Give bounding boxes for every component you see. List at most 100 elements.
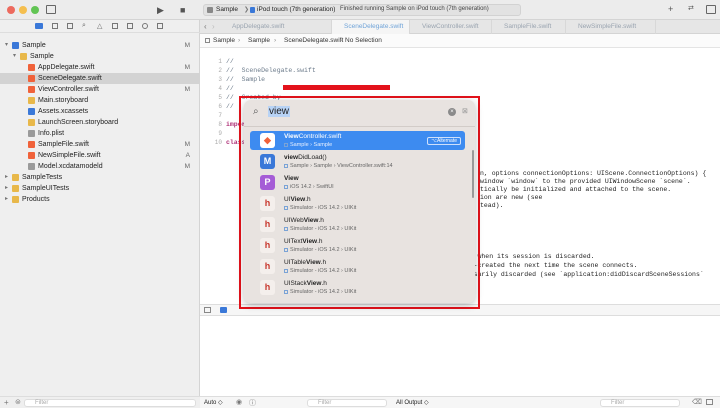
search-input[interactable]: view [268,106,291,117]
file-tree-item[interactable]: ▸ SampleUITests [0,183,200,194]
breakpoint-icon[interactable] [142,23,148,29]
file-tree-item[interactable]: Info.plist [0,128,200,139]
device-selector[interactable]: iPod touch (7th generation) [257,6,335,13]
result-row[interactable]: h UIView.h Simulator - iOS 14.2 › UIKit [250,194,465,213]
file-tree-item[interactable]: AppDelegate.swift M [0,62,200,73]
scheme-selector[interactable]: Sample [216,6,238,13]
sidebar-toggle-icon[interactable] [46,5,56,14]
info-icon[interactable]: ⓘ [249,398,256,408]
related-items-icon[interactable] [205,38,210,43]
test-icon[interactable] [112,23,118,29]
file-tree-item[interactable]: Model.xcdatamodeld M [0,161,200,172]
tab-appdelegate[interactable]: AppDelegate.swift [220,20,332,34]
options-icon[interactable]: ⊠ [462,107,468,115]
chevron-icon[interactable]: ▾ [5,40,8,51]
zoom-window-button[interactable] [31,6,39,14]
result-row[interactable]: ◆ ViewController.swift Sample › Sample ⌥Alt… [250,131,465,150]
file-tree-item[interactable]: SceneDelegate.swift [0,73,200,84]
issue-icon[interactable]: △ [97,22,102,30]
tab-scenedelegate[interactable]: SceneDelegate.swift [332,20,410,34]
file-tree-item[interactable]: NewSimpleFile.swift A [0,150,200,161]
result-row[interactable]: h UITextView.h Simulator - iOS 14.2 › UIKi… [250,236,465,255]
line-number: 6 [218,103,222,110]
find-icon[interactable]: ⌕ [82,22,86,30]
output-selector[interactable]: All Output ◇ [396,399,429,406]
result-row[interactable]: MviewDidLoad() Sample › Sample › ViewCont… [250,152,465,171]
file-tree-item[interactable]: ▾ Sample [0,51,200,62]
file-tree-item[interactable]: ▸ SampleTests [0,172,200,183]
line-number: 1 [218,58,222,65]
chevron-right-icon: › [238,37,241,44]
clear-icon[interactable]: × [448,108,456,116]
stop-button[interactable]: ■ [180,5,185,15]
target-icon [284,269,288,273]
source-control-icon[interactable] [52,23,58,29]
result-name: View [284,175,299,182]
code-fragment: n, options connectionOptions: UIScene.Co… [480,170,707,177]
chevron-icon[interactable]: ▾ [13,51,16,62]
jump-symbol[interactable]: No Selection [345,34,382,48]
file-tree-item[interactable]: LaunchScreen.storyboard [0,117,200,128]
chevron-icon[interactable]: ▸ [5,172,8,183]
debug-icon[interactable] [127,23,133,29]
status-badge: M [184,42,190,49]
file-icon [28,141,35,148]
line-number: 3 [218,76,222,83]
report-icon[interactable] [157,23,163,29]
close-window-button[interactable] [7,6,15,14]
add-library-icon[interactable]: + [668,4,673,14]
chevron-icon[interactable]: ▸ [5,194,8,205]
navigator-filter-input[interactable]: Filter [24,399,196,407]
jump-group[interactable]: Sample [248,34,270,48]
target-icon [284,227,288,231]
line-number: 9 [218,130,222,137]
result-row[interactable]: h UITableView.h Simulator - iOS 14.2 › UIK… [250,257,465,276]
chevron-icon[interactable]: ▸ [5,183,8,194]
auto-selector[interactable]: Auto ◇ [204,399,223,406]
swift-icon: ◆ [260,133,275,148]
forward-arrow-icon[interactable]: › [212,22,215,31]
file-tree-item[interactable]: SampleFile.swift M [0,139,200,150]
file-icon [12,185,19,192]
console-filter-input[interactable]: Filter [600,399,680,407]
code-review-icon[interactable]: ⇄ [688,4,694,14]
tab-viewcontroller[interactable]: ViewController.swift [410,20,492,34]
console-icon[interactable] [220,307,227,313]
file-tree-item[interactable]: ▾ Sample M [0,40,200,51]
tab-newsimplefile[interactable]: NewSimpleFile.swift [566,20,656,34]
variables-filter-input[interactable]: Filter [307,399,387,407]
result-row[interactable]: h UIStackView.h Simulator - iOS 14.2 › UIK… [250,278,465,297]
h-icon: h [260,238,275,253]
file-tree-item[interactable]: ViewController.swift M [0,84,200,95]
jump-file[interactable]: SceneDelegate.swift [284,34,343,48]
file-tree-item[interactable]: Main.storyboard [0,95,200,106]
file-tree-item[interactable]: ▸ Products [0,194,200,205]
run-button[interactable]: ▶ [157,5,164,15]
result-subtitle: Simulator - iOS 14.2 › UIKit [290,226,357,232]
symbol-icon[interactable] [67,23,73,29]
result-subtitle: iOS 14.2 › SwiftUI [290,184,334,190]
tab-samplefile[interactable]: SampleFile.swift [492,20,566,34]
trash-icon[interactable]: ⌫ [692,398,702,406]
file-tree-item[interactable]: Assets.xcassets [0,106,200,117]
back-arrow-icon[interactable]: ‹ [204,22,207,31]
eye-icon[interactable]: ◉ [236,398,242,406]
folder-icon[interactable] [35,23,43,29]
result-row[interactable]: h UIWebView.h Simulator - iOS 14.2 › UIKit [250,215,465,234]
line-number: 4 [218,85,222,92]
hide-debug-icon[interactable] [204,307,211,313]
chevron-right-icon: ❯ [244,7,250,13]
result-row[interactable]: P View iOS 14.2 › SwiftUI [250,173,465,192]
split-icon[interactable] [706,399,713,405]
code-line: // [226,103,234,110]
chevron-right-icon: › [274,37,277,44]
target-icon [284,206,288,210]
jump-project[interactable]: Sample [213,34,235,48]
minimize-window-button[interactable] [19,6,27,14]
scrollbar[interactable] [472,150,474,198]
target-icon [284,290,288,294]
file-icon [28,163,35,170]
add-icon[interactable]: + [4,398,9,407]
target-icon [284,248,288,252]
inspector-toggle-icon[interactable] [706,5,716,14]
